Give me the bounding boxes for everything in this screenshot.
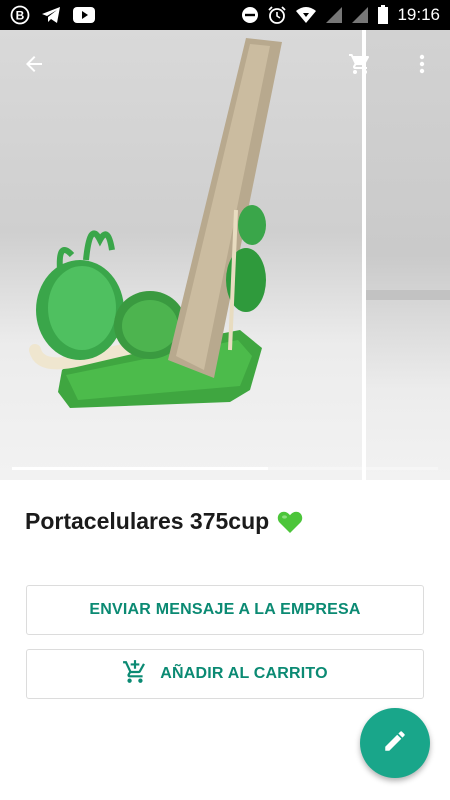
back-button[interactable] (20, 52, 48, 80)
pencil-icon (382, 728, 408, 759)
svg-text:B: B (16, 9, 25, 23)
image-top-bar (0, 30, 450, 100)
signal-icon (351, 6, 369, 24)
more-vert-icon (410, 52, 434, 81)
send-message-button[interactable]: ENVIAR MENSAJE A LA EMPRESA (26, 585, 424, 635)
cart-button[interactable] (346, 52, 374, 80)
edit-fab[interactable] (360, 708, 430, 778)
product-title-text: Portacelulares 375cup (25, 508, 270, 534)
telegram-icon (40, 5, 62, 25)
alarm-icon (267, 5, 287, 25)
youtube-icon (72, 6, 96, 24)
cart-icon (348, 52, 372, 81)
bolt-b-icon: B (10, 5, 30, 25)
green-heart-icon (277, 510, 303, 534)
more-options-button[interactable] (408, 52, 436, 80)
add-to-cart-button[interactable]: AÑADIR AL CARRITO (26, 649, 424, 699)
send-message-label: ENVIAR MENSAJE A LA EMPRESA (89, 601, 361, 618)
gallery-progress-track (12, 467, 438, 470)
gallery-progress-fill (12, 467, 268, 470)
add-to-cart-icon (122, 659, 148, 690)
battery-icon (377, 5, 389, 25)
status-right-icons: 19:16 (241, 5, 450, 25)
product-image-gallery[interactable] (0, 30, 450, 480)
add-to-cart-label: AÑADIR AL CARRITO (160, 665, 328, 682)
arrow-left-icon (22, 52, 46, 81)
wifi-icon (295, 6, 317, 24)
product-title: Portacelulares 375cup (25, 508, 303, 535)
status-time: 19:16 (397, 5, 440, 24)
do-not-disturb-icon (241, 6, 259, 24)
signal-icon (325, 6, 343, 24)
status-bar: B 19:16 (0, 0, 450, 30)
status-left-icons: B (0, 5, 96, 25)
